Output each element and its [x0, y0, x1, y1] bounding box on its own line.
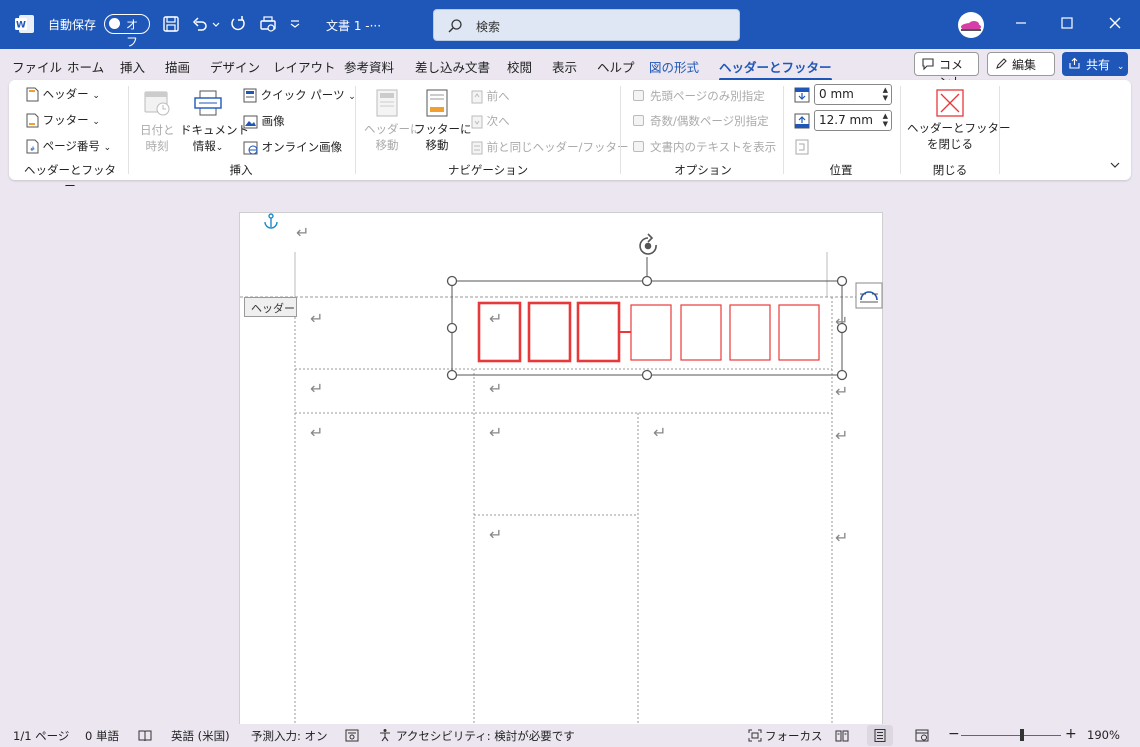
document-canvas [240, 213, 883, 724]
paragraph-mark-icon: ↵ [653, 423, 667, 442]
stamp-box[interactable] [729, 304, 771, 361]
paragraph-mark-icon: ↵ [310, 309, 324, 328]
zoom-level[interactable]: 190% [1087, 728, 1120, 742]
resize-handles[interactable] [446, 275, 848, 381]
resize-handle[interactable] [836, 369, 848, 381]
resize-handle[interactable] [641, 369, 653, 381]
stamp-box-group[interactable] [477, 301, 820, 363]
paragraph-mark-icon: ↵ [296, 223, 310, 242]
paragraph-mark-icon: ↵ [310, 379, 324, 398]
paragraph-mark-icon: ↵ [835, 382, 849, 401]
macro-record-icon[interactable] [345, 729, 359, 742]
proofing-book-icon[interactable] [138, 729, 152, 742]
header-area-tag: ヘッダー [244, 297, 297, 317]
zoom-out-icon[interactable]: − [948, 726, 960, 742]
paragraph-mark-icon: ↵ [489, 309, 503, 328]
paragraph-mark-icon: ↵ [489, 379, 503, 398]
paragraph-mark-icon: ↵ [489, 525, 503, 544]
read-mode-icon[interactable] [835, 729, 849, 742]
paragraph-mark-icon: ↵ [310, 423, 324, 442]
resize-handle[interactable] [446, 322, 458, 334]
resize-handle[interactable] [446, 275, 458, 287]
resize-handle[interactable] [446, 369, 458, 381]
zoom-slider-track[interactable] [961, 735, 1061, 736]
focus-mode-icon[interactable] [748, 729, 762, 742]
paragraph-mark-icon: ↵ [489, 423, 503, 442]
print-layout-button[interactable] [867, 725, 893, 746]
zoom-in-icon[interactable]: + [1065, 726, 1077, 742]
print-layout-icon [874, 729, 886, 742]
paragraph-mark-icon: ↵ [835, 426, 849, 445]
anchor-icon[interactable] [264, 213, 278, 229]
web-layout-icon[interactable] [915, 729, 929, 742]
paragraph-mark-icon: ↵ [835, 528, 849, 547]
stamp-box[interactable] [576, 301, 621, 363]
rotate-handle-icon[interactable] [639, 233, 657, 255]
stamp-box[interactable] [527, 301, 572, 363]
accessibility-icon[interactable] [378, 728, 392, 742]
status-bar: 1/1 ページ 0 単語 英語 (米国) 予測入力: オン アクセシビリティ: … [0, 724, 1140, 747]
page-count[interactable]: 1/1 ページ [13, 728, 69, 744]
stamp-box[interactable] [680, 304, 722, 361]
resize-handle[interactable] [836, 275, 848, 287]
paragraph-mark-icon: ↵ [835, 312, 849, 331]
stamp-box[interactable] [778, 304, 820, 361]
zoom-slider-thumb[interactable] [1020, 729, 1024, 741]
predictive-text-status[interactable]: 予測入力: オン [251, 728, 328, 744]
word-count[interactable]: 0 単語 [85, 728, 119, 744]
resize-handle[interactable] [641, 275, 653, 287]
layout-options-button[interactable] [855, 282, 883, 309]
language-indicator[interactable]: 英語 (米国) [171, 728, 230, 744]
focus-mode-label[interactable]: フォーカス [765, 728, 823, 744]
accessibility-status[interactable]: アクセシビリティ: 検討が必要です [396, 728, 575, 744]
stamp-box[interactable] [630, 304, 672, 361]
